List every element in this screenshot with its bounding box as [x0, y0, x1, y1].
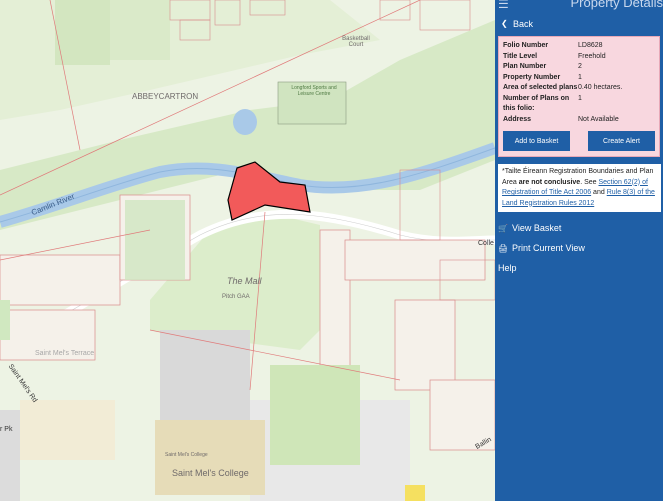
notice-see: . See	[580, 178, 599, 186]
notice-bold: are not conclusive	[518, 178, 581, 186]
label-mel-terrace: Saint Mel's Terrace	[35, 350, 95, 357]
info-value: Not Available	[578, 115, 619, 123]
info-row: Address Not Available	[503, 115, 655, 126]
info-row: Folio Number LD8628	[503, 41, 655, 52]
info-row: Plan Number 2	[503, 62, 655, 73]
info-row: Property Number 1	[503, 73, 655, 84]
view-basket-button[interactable]: 🛒 View Basket	[495, 218, 663, 238]
info-key: Area of selected plans	[503, 84, 578, 91]
info-key: Title Level	[503, 52, 538, 60]
info-row: Area of selected plans 0.40 hectares.	[503, 83, 655, 94]
help-label: Help	[498, 263, 517, 273]
info-value: Freehold	[578, 52, 606, 60]
property-panel: ☰ Property Details ❮ Back Folio Number LD…	[495, 0, 663, 501]
label-basketball: Basketball Court	[342, 36, 370, 48]
label-park: r Pk	[0, 426, 13, 433]
panel-title: Property Details	[570, 0, 663, 10]
label-sports-centre: Longford Sports and Leisure Centre	[291, 85, 337, 97]
help-button[interactable]: Help	[495, 258, 663, 278]
print-view-label: Print Current View	[512, 243, 585, 253]
label-college: Saint Mel's College	[172, 468, 249, 478]
property-info-box: Folio Number LD8628 Title Level Freehold P…	[498, 36, 660, 157]
map-canvas[interactable]	[0, 0, 495, 501]
chevron-left-icon: ❮	[501, 19, 508, 28]
panel-header: ☰ Property Details	[495, 0, 663, 14]
label-college-small: Saint Mel's College	[165, 452, 208, 458]
info-value: 1	[578, 73, 582, 81]
create-alert-button[interactable]: Create Alert	[588, 131, 655, 151]
basket-icon: 🛒	[498, 223, 508, 233]
info-value: 2	[578, 63, 582, 70]
printer-icon: 🖨	[498, 243, 509, 253]
info-key: Property Number	[503, 73, 561, 81]
add-to-basket-button[interactable]: Add to Basket	[503, 131, 570, 151]
label-the-mall: The Mall	[227, 276, 262, 286]
info-key: Address	[503, 115, 532, 123]
print-view-button[interactable]: 🖨 Print Current View	[495, 238, 663, 258]
label-abbeycartron: ABBEYCARTRON	[132, 92, 199, 101]
info-value: LD8628	[578, 42, 603, 49]
info-key: Folio Number	[503, 42, 549, 49]
hamburger-icon[interactable]: ☰	[498, 0, 509, 11]
disclaimer-notice: *Tailte Éireann Registration Boundaries …	[498, 164, 661, 212]
info-actions: Add to Basket Create Alert	[503, 131, 655, 151]
info-value: 0.40 hectares.	[578, 84, 623, 91]
notice-and: and	[591, 189, 607, 196]
map-view[interactable]: ABBEYCARTRON Camlin River The Mall Pitch…	[0, 0, 495, 501]
info-key: Plan Number	[503, 63, 547, 70]
label-college-road: Colle	[478, 240, 494, 247]
info-row: Title Level Freehold	[503, 52, 655, 63]
info-value: 1	[578, 94, 582, 102]
info-row: Number of Plans on this folio: 1	[503, 94, 655, 115]
back-button[interactable]: ❮ Back	[495, 14, 663, 33]
view-basket-label: View Basket	[512, 223, 562, 233]
info-key: Number of Plans on this folio:	[503, 94, 570, 113]
back-label: Back	[513, 18, 534, 29]
label-pitch: Pitch GAA	[222, 294, 250, 300]
